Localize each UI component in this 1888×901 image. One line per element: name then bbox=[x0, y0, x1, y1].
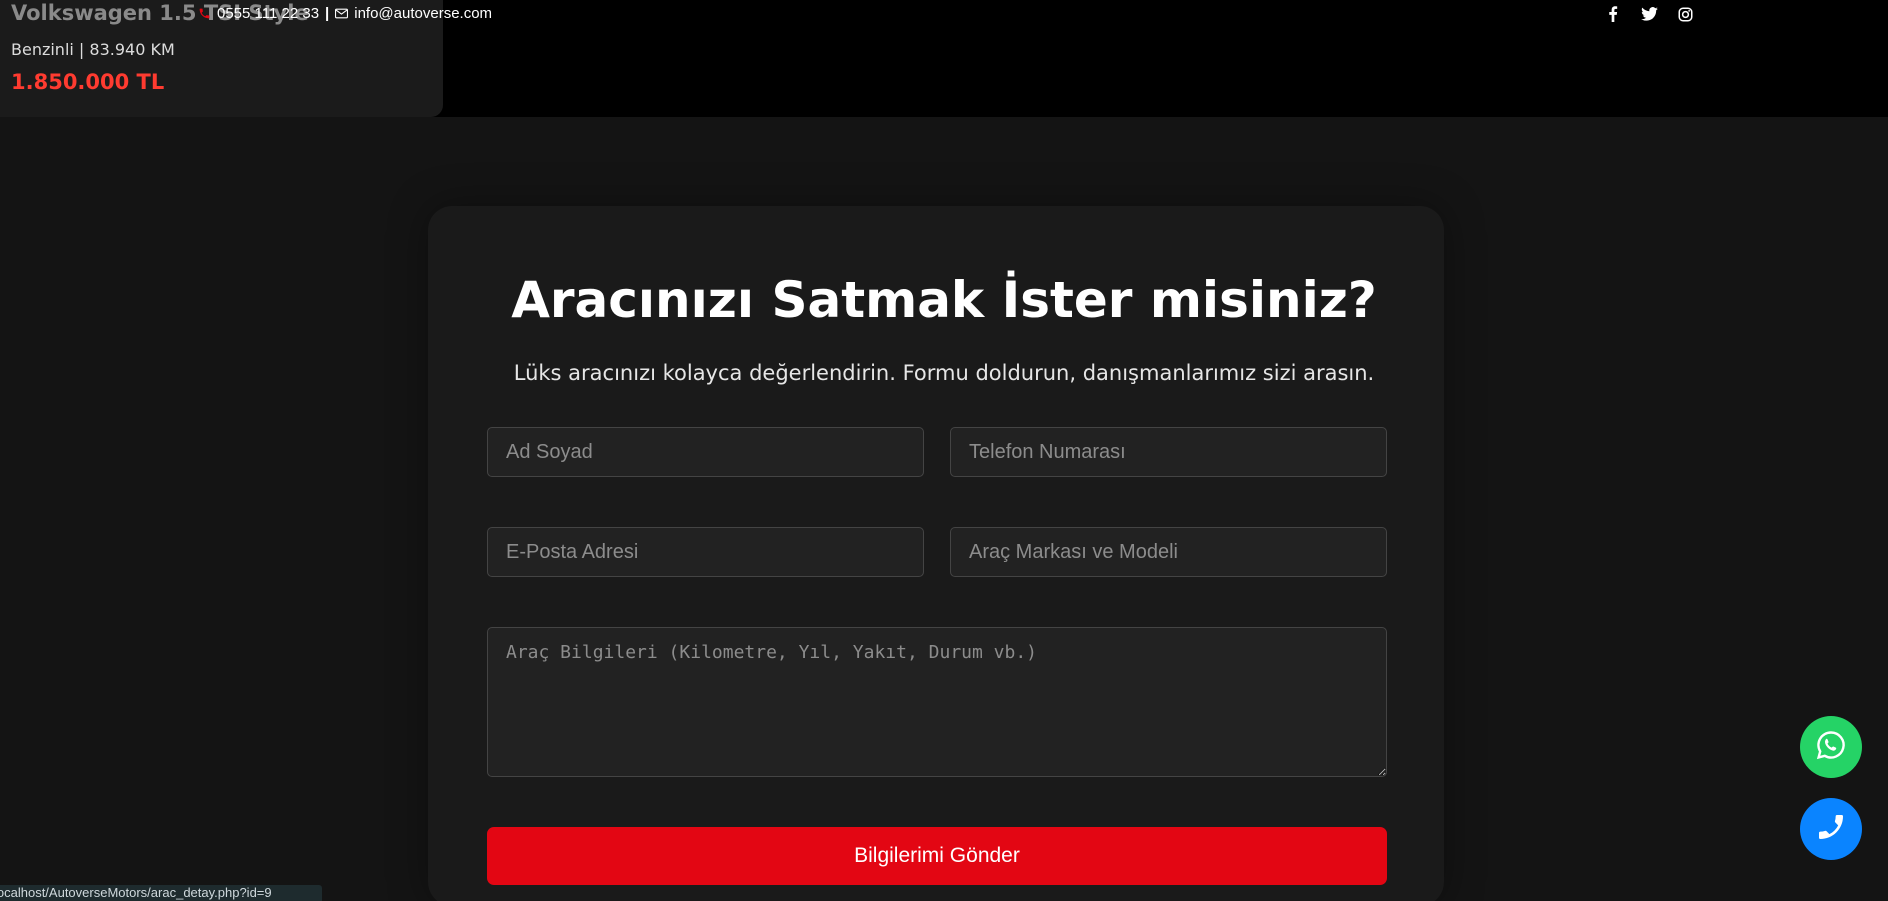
contact-separator: | bbox=[325, 5, 330, 22]
car-meta: Benzinli | 83.940 KM bbox=[11, 40, 175, 59]
car-model-input[interactable] bbox=[950, 527, 1387, 577]
submit-button[interactable]: Bilgilerimi Gönder bbox=[487, 827, 1387, 885]
email-input[interactable] bbox=[487, 527, 924, 577]
phone-icon bbox=[198, 7, 211, 20]
whatsapp-button[interactable] bbox=[1800, 716, 1862, 778]
form-subtitle: Lüks aracınızı kolayca değerlendirin. Fo… bbox=[513, 361, 1375, 385]
call-button[interactable] bbox=[1800, 798, 1862, 860]
status-bar-url: localhost/AutoverseMotors/arac_detay.php… bbox=[0, 885, 322, 901]
form-title: Aracınızı Satmak İster misiniz? bbox=[511, 271, 1377, 329]
car-details-textarea[interactable] bbox=[487, 627, 1387, 777]
phone-number[interactable]: 0555 111 22 33 bbox=[217, 5, 319, 22]
phone-input[interactable] bbox=[950, 427, 1387, 477]
twitter-icon[interactable] bbox=[1640, 5, 1658, 23]
email-address[interactable]: info@autoverse.com bbox=[354, 5, 492, 22]
facebook-icon[interactable] bbox=[1604, 5, 1622, 23]
car-price: 1.850.000 TL bbox=[11, 70, 165, 94]
status-url-text: localhost/AutoverseMotors/arac_detay.php… bbox=[0, 885, 272, 900]
instagram-icon[interactable] bbox=[1676, 5, 1694, 23]
mail-icon bbox=[335, 8, 349, 19]
phone-icon bbox=[1815, 811, 1847, 847]
contact-info: 0555 111 22 33 | info@autoverse.com bbox=[198, 5, 492, 22]
whatsapp-icon bbox=[1815, 729, 1847, 765]
social-links bbox=[1604, 5, 1694, 23]
name-input[interactable] bbox=[487, 427, 924, 477]
